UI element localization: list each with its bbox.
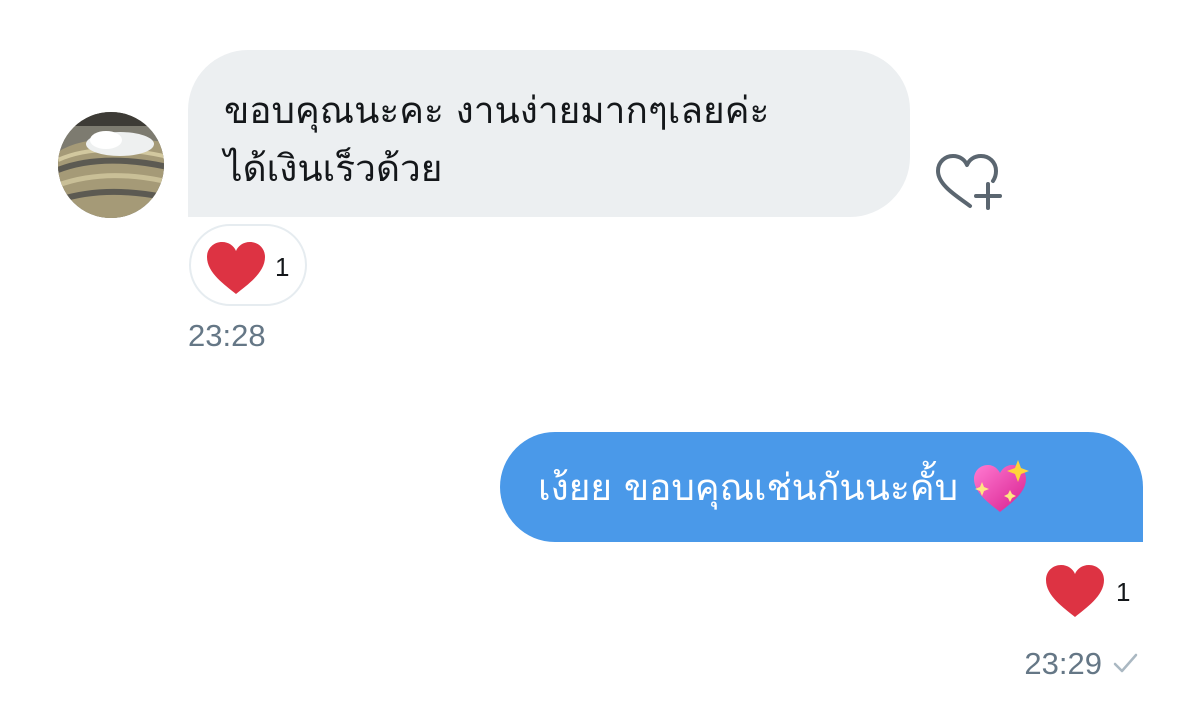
message-timestamp: 23:28 [188,318,266,353]
reaction-pill[interactable]: 1 [189,224,307,306]
heart-plus-icon[interactable] [934,154,1004,214]
message-timestamp: 23:29 [1024,646,1102,681]
outgoing-message-text: เง้ยย ขอบคุณเช่นกันนะคั้บ [538,465,959,509]
incoming-message-bubble[interactable]: ขอบคุณนะคะ งานง่ายมากๆเลยค่ะ ได้เงินเร็ว… [188,50,910,217]
red-heart-icon [205,240,267,296]
outgoing-message-bubble[interactable]: เง้ยย ขอบคุณเช่นกันนะคั้บ [500,432,1143,542]
reaction-count: 1 [1116,577,1131,607]
check-icon [1110,648,1140,678]
red-heart-icon [1044,563,1106,619]
reaction-indicator[interactable]: 1 [1044,563,1144,623]
chat-thread: ขอบคุณนะคะ งานง่ายมากๆเลยค่ะ ได้เงินเร็ว… [0,0,1200,724]
avatar[interactable] [58,112,164,218]
reaction-count: 1 [275,252,290,282]
incoming-message-line: ขอบคุณนะคะ งานง่ายมากๆเลยค่ะ [224,89,770,132]
sparkling-heart-emoji [972,460,1032,514]
incoming-message-line: ได้เงินเร็วด้วย [224,147,443,190]
